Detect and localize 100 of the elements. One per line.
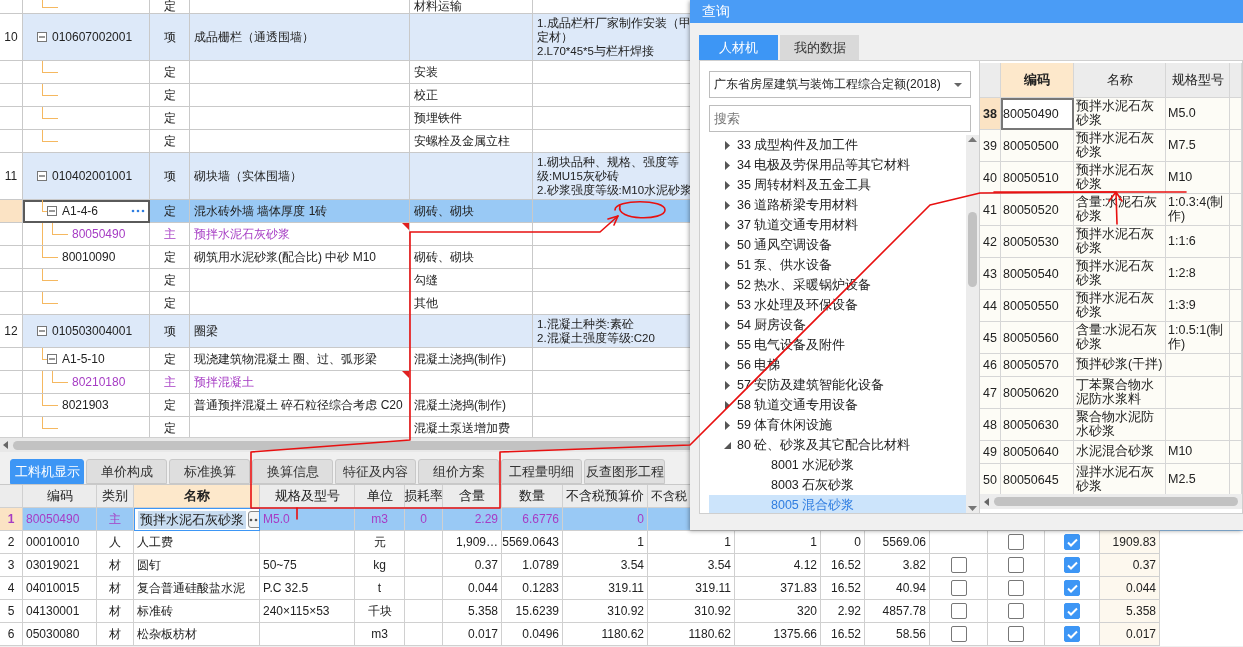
library-dropdown[interactable]: 广东省房屋建筑与装饰工程综合定额(2018) [709, 71, 971, 98]
search-field[interactable]: 搜索 [709, 105, 971, 132]
checkbox[interactable] [950, 580, 967, 596]
column-header[interactable]: 编码 [1001, 63, 1074, 98]
row-header[interactable]: 1 [0, 508, 23, 531]
checkbox[interactable] [950, 626, 967, 642]
table-row[interactable]: 42 80050530 预拌水泥石灰砂浆 1:1:6 [980, 226, 1242, 258]
table-row[interactable]: 48 80050630 聚合物水泥防水砂浆 [980, 409, 1242, 441]
row-header[interactable]: 5 [0, 600, 23, 623]
table-row[interactable]: 49 80050640 水泥混合砂浆 M10 [980, 441, 1242, 464]
tab[interactable]: 工程量明细 [501, 459, 582, 484]
caret-right-icon[interactable] [723, 320, 731, 330]
caret-right-icon[interactable] [723, 140, 731, 150]
table-row[interactable]: 45 80050560 含量:水泥石灰砂浆 1:0.5:1(制作) [980, 322, 1242, 354]
caret-right-icon[interactable] [723, 380, 731, 390]
tree-item[interactable]: 57 安防及建筑智能化设备 [709, 375, 966, 395]
caret-right-icon[interactable] [723, 360, 731, 370]
caret-right-icon[interactable] [723, 280, 731, 290]
work-content: 混凝土泵送增加费 [414, 419, 510, 437]
checkbox[interactable] [1064, 534, 1080, 550]
tab[interactable]: 我的数据 [780, 35, 859, 60]
collapse-icon[interactable] [47, 354, 57, 364]
row-header[interactable]: 4 [0, 577, 23, 600]
table-cell: 80050490 [1001, 98, 1074, 130]
tree-item[interactable]: 8003 石灰砂浆 [709, 475, 966, 495]
table-row[interactable]: 39 80050500 预拌水泥石灰砂浆 M7.5 [980, 130, 1242, 162]
collapse-icon[interactable] [37, 326, 47, 336]
scroll-left-icon[interactable] [3, 441, 9, 449]
name-field[interactable]: 预拌水泥石灰砂浆 [138, 510, 246, 529]
collapse-icon[interactable] [47, 206, 57, 216]
tab[interactable]: 反查图形工程 [584, 459, 665, 484]
table-row[interactable]: 46 80050570 预拌砂浆(干拌) [980, 354, 1242, 377]
cell-editor[interactable]: 预拌水泥石灰砂浆 [134, 508, 260, 531]
tab[interactable]: 特征及内容 [335, 459, 416, 484]
tree-item[interactable]: 35 周转材料及五金工具 [709, 175, 966, 195]
tab[interactable]: 换算信息 [252, 459, 333, 484]
table-row[interactable]: 40 80050510 预拌水泥石灰砂浆 M10 [980, 162, 1242, 194]
caret-right-icon[interactable] [723, 180, 731, 190]
scrollbar-thumb[interactable] [968, 211, 977, 287]
scrollbar-thumb[interactable] [994, 497, 1238, 506]
scroll-down-icon[interactable] [968, 506, 977, 511]
checkbox[interactable] [1008, 626, 1024, 642]
caret-right-icon[interactable] [723, 220, 731, 230]
collapse-icon[interactable] [37, 171, 47, 181]
caret-right-icon[interactable] [723, 400, 731, 410]
checkbox[interactable] [950, 603, 967, 619]
checkbox[interactable] [1064, 603, 1080, 619]
tree-item[interactable]: 58 轨道交通专用设备 [709, 395, 966, 415]
column-header[interactable]: 含量 [443, 485, 502, 508]
checkbox[interactable] [1064, 580, 1080, 596]
tree-item[interactable]: 54 厨房设备 [709, 315, 966, 335]
caret-right-icon[interactable] [723, 200, 731, 210]
table-row[interactable]: 38 80050490 预拌水泥石灰砂浆 M5.0 [980, 98, 1242, 130]
row-header[interactable]: 38 [980, 98, 1001, 130]
vertical-scrollbar[interactable] [966, 135, 979, 513]
tab[interactable]: 单价构成 [86, 459, 167, 484]
tree-item[interactable]: 59 体育休闲设施 [709, 415, 966, 435]
caret-right-icon[interactable] [723, 300, 731, 310]
tree-item[interactable]: 8001 水泥砂浆 [709, 455, 966, 475]
scroll-up-icon[interactable] [968, 137, 977, 142]
caret-down-icon[interactable] [723, 441, 731, 449]
tree-item[interactable]: 34 电极及劳保用品等其它材料 [709, 155, 966, 175]
work-content: 安螺栓及金属立柱 [414, 132, 510, 150]
column-header[interactable]: 单位 [355, 485, 405, 508]
tab[interactable]: 组价方案 [418, 459, 499, 484]
caret-right-icon[interactable] [723, 260, 731, 270]
row-header[interactable]: 3 [0, 554, 23, 577]
checkbox[interactable] [1008, 580, 1024, 596]
more-button[interactable] [131, 209, 145, 213]
caret-right-icon[interactable] [723, 160, 731, 170]
table-row[interactable]: 44 80050550 预拌水泥石灰砂浆 1:3:9 [980, 290, 1242, 322]
caret-down-icon[interactable] [954, 82, 962, 87]
focused-cell[interactable]: A1-4-6 [23, 200, 150, 223]
table-row[interactable]: 43 80050540 预拌水泥石灰砂浆 1:2:8 [980, 258, 1242, 290]
row-header[interactable]: 6 [0, 623, 23, 646]
column-header[interactable]: 名称 [134, 485, 260, 508]
row-header[interactable]: 10 [0, 14, 23, 61]
checkbox[interactable] [1064, 626, 1080, 642]
checkbox[interactable] [1064, 557, 1080, 573]
tab[interactable]: 标准换算 [169, 459, 250, 484]
column-header[interactable]: 规格及型号 [260, 485, 355, 508]
row-header[interactable]: 12 [0, 315, 23, 348]
tree-item[interactable]: 33 成型构件及加工件 [709, 135, 966, 155]
horizontal-scrollbar[interactable] [980, 494, 1242, 509]
checkbox[interactable] [950, 557, 967, 573]
table-row[interactable]: 50 80050645 湿拌水泥石灰砂浆 M2.5 [980, 464, 1242, 494]
caret-right-icon[interactable] [723, 340, 731, 350]
checkbox[interactable] [1008, 534, 1024, 550]
scroll-left-icon[interactable] [984, 497, 990, 506]
row-header[interactable]: 11 [0, 153, 23, 200]
tree-item[interactable]: 80 砼、砂浆及其它配合比材料 [709, 435, 966, 455]
collapse-icon[interactable] [37, 32, 47, 42]
caret-right-icon[interactable] [723, 240, 731, 250]
type-text: 定 [163, 202, 176, 220]
table-row[interactable]: 47 80050620 丁苯聚合物水泥防水浆料 [980, 377, 1242, 409]
checkbox[interactable] [1008, 557, 1024, 573]
feature-line: 1.砌块品种、规格、强度等 [537, 155, 679, 169]
caret-right-icon[interactable] [723, 420, 731, 430]
row-header[interactable]: 2 [0, 531, 23, 554]
checkbox[interactable] [1008, 603, 1024, 619]
